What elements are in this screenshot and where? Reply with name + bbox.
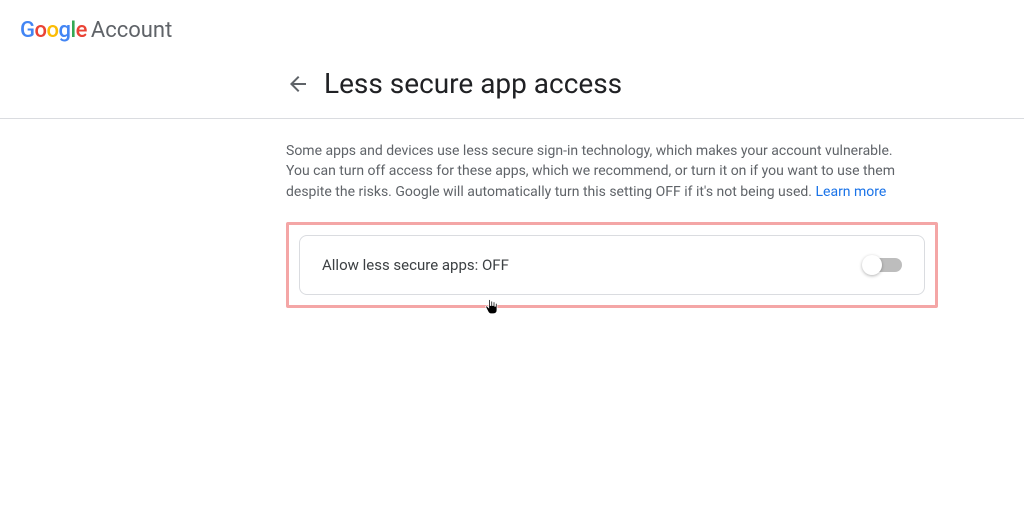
description-text: Some apps and devices use less secure si… [286, 141, 914, 202]
content-area: Some apps and devices use less secure si… [0, 119, 920, 308]
highlight-box: Allow less secure apps: OFF [286, 222, 938, 308]
account-text: Account [91, 18, 172, 43]
learn-more-link[interactable]: Learn more [815, 184, 886, 200]
allow-less-secure-toggle[interactable] [866, 258, 902, 272]
app-header: Google Account [0, 0, 1024, 57]
description-body: Some apps and devices use less secure si… [286, 143, 895, 200]
google-logo: Google [20, 18, 87, 43]
page-title: Less secure app access [324, 67, 622, 100]
back-arrow-icon[interactable] [286, 72, 310, 96]
toggle-card: Allow less secure apps: OFF [299, 235, 925, 295]
switch-thumb [862, 255, 882, 275]
page-title-row: Less secure app access [0, 57, 1024, 118]
toggle-label: Allow less secure apps: OFF [322, 256, 509, 274]
